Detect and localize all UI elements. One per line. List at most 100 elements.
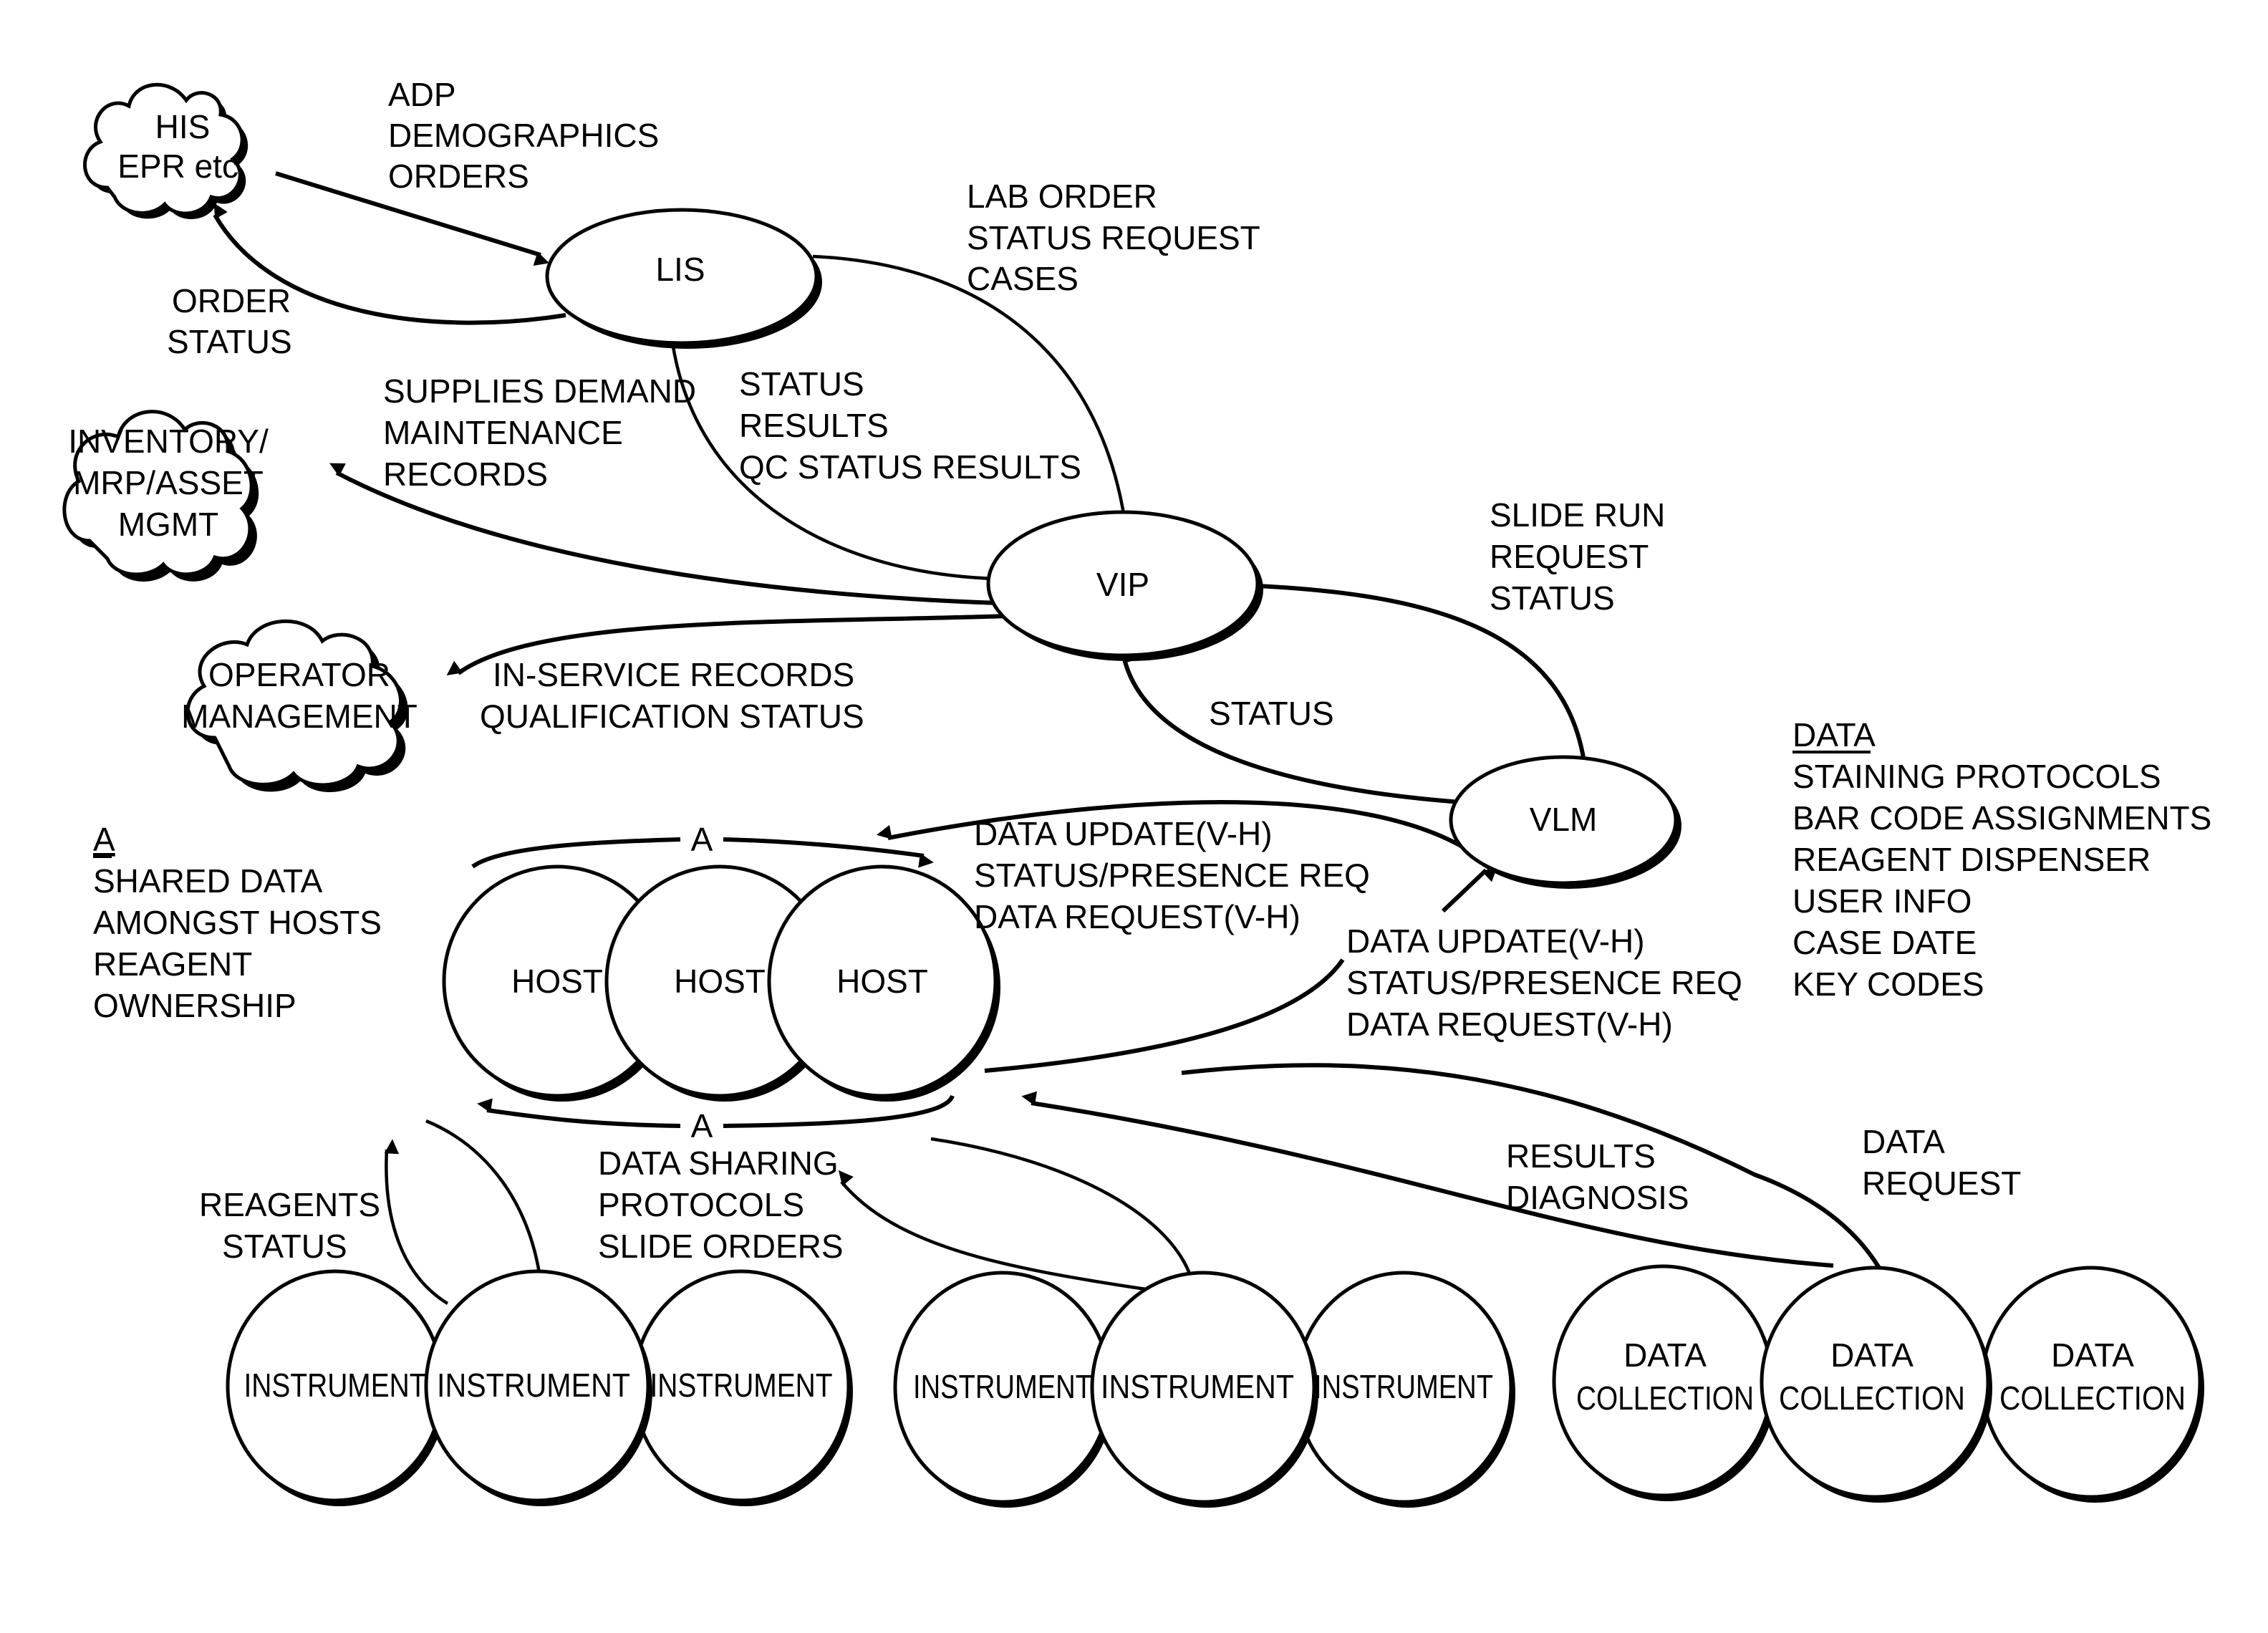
label-lis-to-his: ORDER STATUS [167, 282, 292, 360]
label-his-to-lis: ADP DEMOGRAPHICS ORDERS [388, 76, 659, 195]
label-vlm-to-host: DATA UPDATE(V-H) STATUS/PRESENCE REQ DAT… [974, 815, 1370, 935]
instrument-left-2-label: INSTRUMENT [437, 1367, 630, 1404]
label-his-to-lis-line-1: ADP [388, 76, 456, 113]
label-host-to-instruments: DATA SHARING PROTOCOLS SLIDE ORDERS [598, 1145, 844, 1265]
edge-dc-to-host [1021, 1091, 1834, 1268]
host-1-label: HOST [511, 963, 603, 1000]
label-his-to-lis-line-3: ORDERS [388, 158, 529, 195]
legend-a-line-3: REAGENT [93, 945, 252, 983]
legend-data-line-4: USER INFO [1792, 882, 1972, 920]
label-host-to-vlm-line-3: DATA REQUEST(V-H) [1346, 1006, 1673, 1043]
edge-host-to-instruments-left [425, 1119, 543, 1294]
label-vip-to-lis: STATUS RESULTS QC STATUS RESULTS [739, 365, 1081, 486]
label-his-to-lis-line-2: DEMOGRAPHICS [388, 117, 659, 154]
label-instruments-to-host-line-2: STATUS [222, 1228, 347, 1265]
edge-vip-to-lis [667, 304, 996, 581]
label-vlm-to-host-line-3: DATA REQUEST(V-H) [974, 898, 1301, 935]
data-collection-group: DATA COLLECTION DATA COLLECTION DATA COL… [1552, 1264, 2204, 1503]
vlm-label: VLM [1530, 801, 1598, 838]
label-host-to-vlm-line-2: STATUS/PRESENCE REQ [1346, 964, 1742, 1001]
host-3-label: HOST [836, 963, 928, 1000]
legend-data-line-1: STAINING PROTOCOLS [1792, 758, 2161, 795]
label-vip-to-vlm: SLIDE RUN REQUEST STATUS [1490, 496, 1665, 617]
his-cloud[interactable]: HIS EPR etc. [83, 82, 248, 219]
label-vip-to-operator: IN-SERVICE RECORDS QUALIFICATION STATUS [480, 656, 864, 735]
data-collection-2-label-line-1: DATA [1830, 1336, 1914, 1374]
label-dc-to-host: RESULTS DIAGNOSIS [1506, 1137, 1689, 1216]
label-dc-to-host-line-1: RESULTS [1506, 1137, 1656, 1175]
instrument-mid-1-label: INSTRUMENT [913, 1368, 1092, 1405]
edge-host-to-instruments-mid [930, 1137, 1195, 1294]
data-collection-2-label-line-2: COLLECTION [1779, 1379, 1965, 1417]
edge-host-to-vlm [984, 958, 1345, 1073]
label-vip-to-inventory-line-2: MAINTENANCE [383, 414, 623, 451]
label-vlm-to-host-line-1: DATA UPDATE(V-H) [974, 815, 1273, 852]
legend-data-line-3: REAGENT DISPENSER [1792, 841, 2151, 878]
legend-a-line-4: OWNERSHIP [93, 987, 296, 1024]
label-host-to-dc-line-2: REQUEST [1862, 1165, 2021, 1202]
label-vlm-to-vip: STATUS [1209, 695, 1334, 732]
host-group: HOST HOST HOST [442, 864, 1000, 1102]
data-collection-1-label-line-1: DATA [1623, 1336, 1707, 1374]
inventory-label-line-3: MGMT [118, 506, 219, 543]
legend-data-line-6: KEY CODES [1792, 965, 1984, 1003]
instrument-mid-2-label: INSTRUMENT [1101, 1368, 1294, 1405]
vip-node[interactable]: VIP [986, 510, 1263, 661]
label-host-to-dc-line-1: DATA [1862, 1123, 1945, 1160]
label-lis-to-vip-line-2: STATUS REQUEST [967, 219, 1260, 256]
inventory-cloud[interactable]: INVENTORY/ MRP/ASSET MGMT [62, 410, 269, 582]
system-data-flow-diagram: HIS EPR etc. INVENTORY/ MRP/ASSET MGMT O… [62, 76, 2211, 1508]
operator-cloud[interactable]: OPERATOR MANAGEMENT [181, 619, 418, 793]
vlm-node[interactable]: VLM [1449, 755, 1681, 889]
legend-a-line-2: AMONGST HOSTS [93, 904, 382, 941]
inventory-label-line-1: INVENTORY/ [68, 423, 269, 460]
label-host-to-vlm: DATA UPDATE(V-H) STATUS/PRESENCE REQ DAT… [1346, 923, 1742, 1043]
label-host-to-instruments-line-3: SLIDE ORDERS [598, 1228, 844, 1265]
label-lis-to-his-line-1: ORDER [172, 282, 291, 319]
edge-instruments-left-to-host [384, 1139, 449, 1305]
label-instruments-to-host-line-1: REAGENTS [199, 1186, 380, 1223]
legend-a-line-1: SHARED DATA [93, 862, 323, 900]
label-vip-to-vlm-line-1: SLIDE RUN [1490, 496, 1665, 534]
legend-shared-data-a: A SHARED DATA AMONGST HOSTS REAGENT OWNE… [93, 821, 382, 1024]
label-vip-to-operator-line-2: QUALIFICATION STATUS [480, 698, 864, 735]
label-vip-to-inventory-line-1: SUPPLIES DEMAND [383, 372, 696, 410]
label-dc-to-host-line-2: DIAGNOSIS [1506, 1179, 1689, 1216]
legend-data-line-5: CASE DATE [1792, 924, 1977, 961]
label-vip-to-inventory-line-3: RECORDS [383, 456, 548, 493]
label-vlm-to-host-line-2: STATUS/PRESENCE REQ [974, 857, 1370, 894]
legend-a-title: A [93, 821, 115, 858]
label-host-to-instruments-line-1: DATA SHARING [598, 1145, 839, 1182]
label-vip-to-operator-line-1: IN-SERVICE RECORDS [493, 656, 854, 693]
lis-node[interactable]: LIS [545, 208, 822, 349]
label-host-to-dc: DATA REQUEST [1862, 1123, 2021, 1202]
label-lis-to-vip-line-1: LAB ORDER [967, 178, 1157, 215]
label-host-to-instruments-line-2: PROTOCOLS [598, 1186, 804, 1223]
label-host-to-vlm-line-1: DATA UPDATE(V-H) [1346, 923, 1645, 960]
label-lis-to-vip: LAB ORDER STATUS REQUEST CASES [967, 178, 1260, 297]
label-vip-to-vlm-line-3: STATUS [1490, 579, 1615, 617]
data-collection-1-label-line-2: COLLECTION [1576, 1379, 1754, 1417]
label-instruments-to-host: REAGENTS STATUS [199, 1186, 380, 1265]
data-collection-3-label-line-2: COLLECTION [1999, 1379, 2186, 1417]
instrument-left-3-label: INSTRUMENT [650, 1367, 833, 1404]
inventory-label-line-2: MRP/ASSET [73, 464, 264, 501]
legend-data: DATA STAINING PROTOCOLS BAR CODE ASSIGNM… [1792, 716, 2211, 1003]
legend-data-title: DATA [1792, 716, 1876, 753]
host-2-label: HOST [674, 963, 766, 1000]
legend-data-line-2: BAR CODE ASSIGNMENTS [1792, 799, 2211, 837]
label-vlm-to-vip-line-1: STATUS [1209, 695, 1334, 732]
label-vip-to-lis-line-1: STATUS [739, 365, 864, 403]
instrument-left-1-label: INSTRUMENT [244, 1367, 427, 1404]
label-lis-to-his-line-2: STATUS [167, 323, 292, 360]
lis-label: LIS [655, 251, 705, 288]
his-label-line-1: HIS [155, 108, 211, 145]
instrument-mid-3-label: INSTRUMENT [1314, 1368, 1493, 1405]
shared-marker-top: A [691, 821, 713, 858]
label-lis-to-vip-line-3: CASES [967, 260, 1078, 297]
label-vip-to-lis-line-3: QC STATUS RESULTS [739, 448, 1081, 486]
label-vip-to-lis-line-2: RESULTS [739, 407, 889, 444]
label-vip-to-inventory: SUPPLIES DEMAND MAINTENANCE RECORDS [383, 372, 696, 493]
his-label-line-2: EPR etc. [117, 148, 248, 185]
vip-label: VIP [1096, 566, 1149, 603]
